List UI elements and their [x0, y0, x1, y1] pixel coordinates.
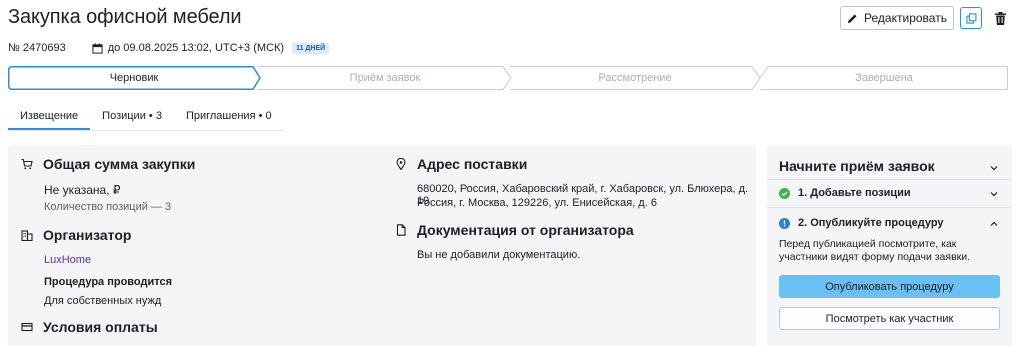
publish-hint-text: Перед публикацией посмотрите, как участн… — [779, 238, 971, 263]
payment-section: Условия оплаты — [21, 319, 158, 335]
status-stepper: Черновик Приём заявок Рассмотрение Завер… — [8, 66, 1008, 90]
tab-bar: Извещение Позиции • 3 Приглашения • 0 — [8, 103, 284, 131]
procedure-value: Для собственных нужд — [44, 295, 162, 307]
days-left-badge: 11 ДНЕЙ — [292, 42, 330, 54]
copy-button[interactable] — [960, 7, 982, 29]
address-line-2: Россия, г. Москва, 129226, ул. Енисейска… — [417, 197, 657, 209]
building-icon — [21, 230, 33, 241]
view-as-participant-button[interactable]: Посмотреть как участник — [779, 307, 1000, 330]
card-icon — [21, 322, 33, 332]
total-sum-section: Общая сумма закупки — [21, 156, 195, 172]
check-circle-icon — [779, 187, 790, 199]
location-pin-icon — [396, 158, 406, 170]
positions-count: Количество позиций — 3 — [44, 201, 172, 213]
edit-button-label: Редактировать — [864, 11, 947, 25]
divider — [767, 179, 1012, 180]
total-sum-title: Общая сумма закупки — [43, 156, 196, 172]
copy-icon — [965, 12, 976, 24]
step-review: Рассмотрение — [598, 72, 672, 84]
organizer-link[interactable]: LuxHome — [44, 254, 91, 266]
step-publish-procedure[interactable]: 2. Опубликуйте процедуру — [779, 217, 944, 229]
pencil-icon — [847, 13, 857, 23]
total-sum-value: Не указана, ₽ — [44, 183, 121, 197]
step-draft: Черновик — [109, 72, 159, 84]
step-completed: Завершена — [855, 72, 913, 84]
tab-notice[interactable]: Извещение — [8, 103, 91, 130]
chevron-up-icon[interactable] — [989, 219, 999, 229]
edit-button[interactable]: Редактировать — [840, 6, 954, 30]
step-add-positions[interactable]: 1. Добавьте позиции — [779, 187, 911, 199]
address-section: Адрес поставки — [395, 156, 527, 172]
documentation-section: Документация от организатора — [395, 222, 634, 238]
organizer-section: Организатор — [21, 227, 131, 243]
cart-icon — [21, 158, 33, 170]
step-publish-procedure-label: 2. Опубликуйте процедуру — [798, 217, 944, 229]
document-icon — [396, 224, 406, 236]
payment-title: Условия оплаты — [43, 319, 158, 335]
address-title: Адрес поставки — [417, 156, 528, 172]
chevron-down-icon[interactable] — [989, 163, 999, 173]
delete-button[interactable] — [993, 10, 1007, 26]
side-panel-title: Начните приём заявок — [779, 158, 935, 174]
publish-procedure-button[interactable]: Опубликовать процедуру — [779, 275, 1000, 298]
step-receiving-bids: Приём заявок — [349, 72, 421, 84]
info-circle-icon — [779, 217, 790, 229]
procurement-meta: № 2470693 до 09.08.2025 13:02, UTC+3 (МС… — [8, 41, 330, 55]
start-bids-panel: Начните приём заявок 1. Добавьте позиции… — [767, 145, 1012, 346]
step-add-positions-label: 1. Добавьте позиции — [798, 187, 911, 199]
procedure-label: Процедура проводится — [44, 276, 173, 288]
trash-icon — [994, 11, 1006, 25]
chevron-down-icon[interactable] — [989, 189, 999, 199]
notice-panel: Общая сумма закупки Не указана, ₽ Количе… — [8, 145, 756, 346]
documentation-empty-text: Вы не добавили документацию. — [417, 249, 581, 261]
documentation-title: Документация от организатора — [417, 222, 634, 238]
calendar-icon — [92, 42, 103, 54]
page-title: Закупка офисной мебели — [8, 6, 242, 28]
divider — [767, 207, 1012, 208]
procurement-number: № 2470693 — [8, 42, 66, 54]
organizer-title: Организатор — [43, 227, 132, 243]
tab-positions[interactable]: Позиции • 3 — [90, 103, 174, 130]
deadline-text: до 09.08.2025 13:02, UTC+3 (МСК) — [107, 42, 285, 54]
tab-invitations[interactable]: Приглашения • 0 — [174, 103, 284, 130]
